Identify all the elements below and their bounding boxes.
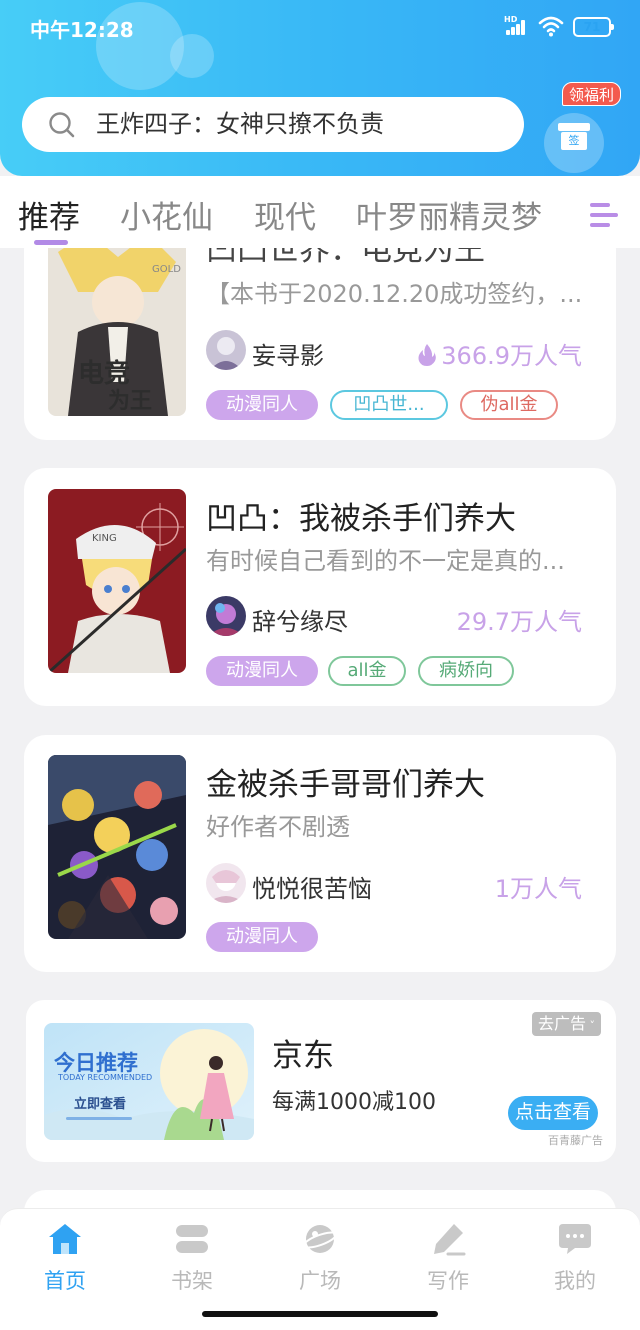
avatar	[206, 596, 246, 636]
gift-icon: 签	[558, 123, 590, 151]
avatar	[206, 863, 246, 903]
popularity: 366.9万人气	[417, 336, 582, 371]
book-title: 凹凸：我被杀手们养大	[206, 501, 516, 537]
search-icon	[49, 112, 75, 138]
battery-icon: 71	[573, 17, 614, 37]
nav-write[interactable]: 写作	[403, 1221, 493, 1301]
bookshelf-icon	[176, 1225, 208, 1253]
category-menu-icon[interactable]	[586, 198, 620, 232]
wifi-icon	[538, 16, 564, 37]
popularity: 1万人气	[495, 869, 582, 904]
nav-label: 首页	[44, 1269, 86, 1293]
nav-label: 书架	[171, 1269, 213, 1293]
planet-icon	[302, 1225, 338, 1253]
book-tag[interactable]: all金	[328, 656, 406, 686]
book-cover: 电竞 为王 GOLD	[48, 248, 186, 416]
active-tab-indicator	[34, 240, 68, 245]
author-name: 妄寻影	[252, 342, 324, 370]
tab-recommend[interactable]: 推荐	[18, 192, 80, 237]
book-tag[interactable]: 动漫同人	[206, 390, 318, 420]
category-tabs: 推荐 小花仙 现代 叶罗丽精灵梦	[0, 176, 640, 248]
book-title: 凹凸世界：电竞为王	[206, 248, 485, 268]
app-header: 中午12:28 HD 71 王炸四子：女神只撩不负责 签	[0, 0, 640, 176]
ad-source: 百青藤广告	[548, 1134, 603, 1147]
ad-title: 京东	[272, 1038, 334, 1074]
remove-ad-button[interactable]: 去广告 ˅	[532, 1012, 602, 1036]
book-desc: 好作者不剧透	[206, 813, 350, 841]
author-name: 悦悦很苦恼	[252, 875, 372, 903]
sign-in-button[interactable]: 签	[542, 95, 606, 173]
tabs-fade	[548, 176, 578, 248]
search-placeholder: 王炸四子：女神只撩不负责	[96, 110, 384, 138]
battery-level: 71	[583, 20, 601, 34]
tab-yeluoli[interactable]: 叶罗丽精灵梦	[356, 192, 542, 237]
pen-icon	[434, 1224, 466, 1256]
book-title: 金被杀手哥哥们养大	[206, 767, 485, 803]
book-tag[interactable]: 动漫同人	[206, 656, 318, 686]
book-tag[interactable]: 动漫同人	[206, 922, 318, 952]
svg-text:KING: KING	[92, 533, 117, 544]
book-card[interactable]	[24, 1190, 616, 1208]
status-bar: 中午12:28 HD 71	[0, 0, 640, 54]
search-bar[interactable]: 王炸四子：女神只撩不负责	[22, 97, 524, 152]
nav-mine[interactable]: 我的	[530, 1221, 620, 1301]
home-icon	[49, 1224, 81, 1254]
popularity-value: 1万人气	[494, 875, 582, 903]
nav-label: 我的	[554, 1269, 596, 1293]
author-name: 辞兮缘尽	[252, 608, 348, 636]
book-desc: 【本书于2020.12.20成功签约，...	[206, 280, 583, 308]
svg-text:GOLD: GOLD	[152, 264, 181, 275]
nav-label: 写作	[427, 1269, 469, 1293]
book-tag[interactable]: 病娇向	[418, 656, 514, 686]
remove-ad-label: 去广告	[538, 1014, 587, 1033]
ad-image-wave	[66, 1117, 132, 1120]
book-cover	[48, 755, 186, 939]
ad-desc: 每满1000减100	[272, 1090, 436, 1115]
chat-bubble-icon	[559, 1224, 591, 1254]
ad-image-button: 立即查看	[74, 1097, 127, 1112]
book-card[interactable]: 电竞 为王 GOLD 凹凸世界：电竞为王 【本书于2020.12.20成功签约，…	[24, 248, 616, 440]
svg-text:电竞: 电竞	[78, 358, 130, 389]
nav-square[interactable]: 广场	[275, 1221, 365, 1301]
book-tag[interactable]: 伪all金	[460, 390, 558, 420]
popularity-value: 366.9万人气	[441, 342, 582, 370]
flame-icon	[418, 344, 437, 366]
tab-modern[interactable]: 现代	[254, 192, 316, 237]
nav-home[interactable]: 首页	[20, 1221, 110, 1301]
book-cover: KING	[48, 489, 186, 673]
avatar	[206, 330, 246, 370]
nav-label: 广场	[299, 1269, 341, 1293]
book-tag[interactable]: 凹凸世...	[330, 390, 448, 420]
nav-bookshelf[interactable]: 书架	[147, 1221, 237, 1301]
ad-image-subtitle: TODAY RECOMMENDED	[58, 1073, 153, 1082]
sign-label: 签	[561, 132, 587, 150]
signal-icon	[506, 20, 530, 35]
svg-text:为王: 为王	[108, 389, 152, 414]
tab-xiaohuaxian[interactable]: 小花仙	[120, 192, 213, 237]
book-card[interactable]: KING 凹凸：我被杀手们养大 有时候自己看到的不一定是真的... 辞兮缘尽 2…	[24, 468, 616, 706]
popularity: 29.7万人气	[457, 602, 582, 637]
ad-card[interactable]: 今日推荐 TODAY RECOMMENDED 立即查看 京东 每满1000减10…	[26, 1000, 616, 1162]
welfare-badge[interactable]: 领福利	[562, 82, 622, 106]
status-time: 中午12:28	[30, 18, 134, 42]
book-card[interactable]: 金被杀手哥哥们养大 好作者不剧透 悦悦很苦恼 1万人气 动漫同人	[24, 735, 616, 972]
popularity-value: 29.7万人气	[456, 608, 582, 636]
ad-view-button[interactable]: 点击查看	[508, 1096, 598, 1130]
book-feed: 电竞 为王 GOLD 凹凸世界：电竞为王 【本书于2020.12.20成功签约，…	[0, 248, 640, 1208]
ad-image: 今日推荐 TODAY RECOMMENDED 立即查看	[44, 1023, 254, 1140]
home-indicator	[202, 1311, 438, 1317]
chevron-down-icon: ˅	[586, 1019, 596, 1032]
book-desc: 有时候自己看到的不一定是真的...	[206, 547, 565, 575]
